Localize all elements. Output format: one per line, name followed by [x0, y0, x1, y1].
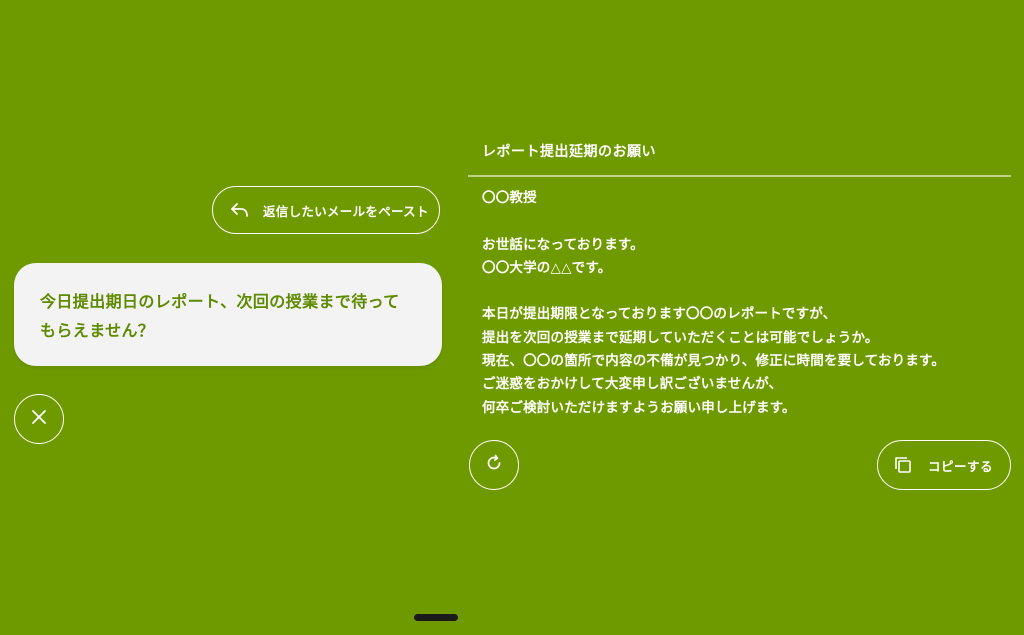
email-body-line: 提出を次回の授業まで延期していただくことは可能でしょうか。 [482, 329, 879, 346]
reply-icon [229, 199, 251, 221]
email-body-line: 〇〇教授 [482, 190, 537, 206]
user-request-line-2: もらえません？ [40, 321, 155, 340]
email-body: 〇〇教授 お世話になっております。 〇〇大学の△△です。 本日が提出期限となって… [482, 187, 1012, 420]
paste-email-button[interactable]: 返信したいメールをペースト [212, 186, 440, 234]
refresh-icon [484, 453, 504, 477]
regenerate-button[interactable] [469, 440, 519, 490]
email-body-line: お世話になっております。 [482, 236, 644, 253]
close-icon [31, 409, 47, 429]
email-body-line: 本日が提出期限となっております〇〇のレポートですが、 [482, 306, 837, 323]
email-body-line [482, 280, 1012, 303]
email-subject: レポート提出延期のお願い [482, 144, 656, 160]
user-request-line-1: 今日提出期日のレポート、次回の授業まで待って [40, 292, 400, 311]
copy-button[interactable]: コピーする [877, 440, 1011, 490]
paste-email-label: 返信したいメールをペースト [263, 203, 429, 219]
email-body-line: 〇〇大学の△△です。 [482, 259, 612, 276]
close-button[interactable] [14, 394, 64, 444]
email-body-line: 何卒ご検討いただけますようお願い申し上げます。 [482, 399, 796, 416]
email-body-line: ご迷惑をおかけして大変申し訳ございませんが、 [482, 376, 783, 393]
email-body-line: 現在、〇〇の箇所で内容の不備が見つかり、修正に時間を要しております。 [482, 353, 946, 370]
email-body-line [482, 210, 1012, 233]
subject-divider [468, 175, 1011, 177]
home-indicator[interactable] [414, 614, 458, 621]
user-request-bubble: 今日提出期日のレポート、次回の授業まで待って もらえません？ [14, 263, 442, 366]
copy-label: コピーする [928, 458, 994, 474]
copy-icon [892, 454, 914, 476]
